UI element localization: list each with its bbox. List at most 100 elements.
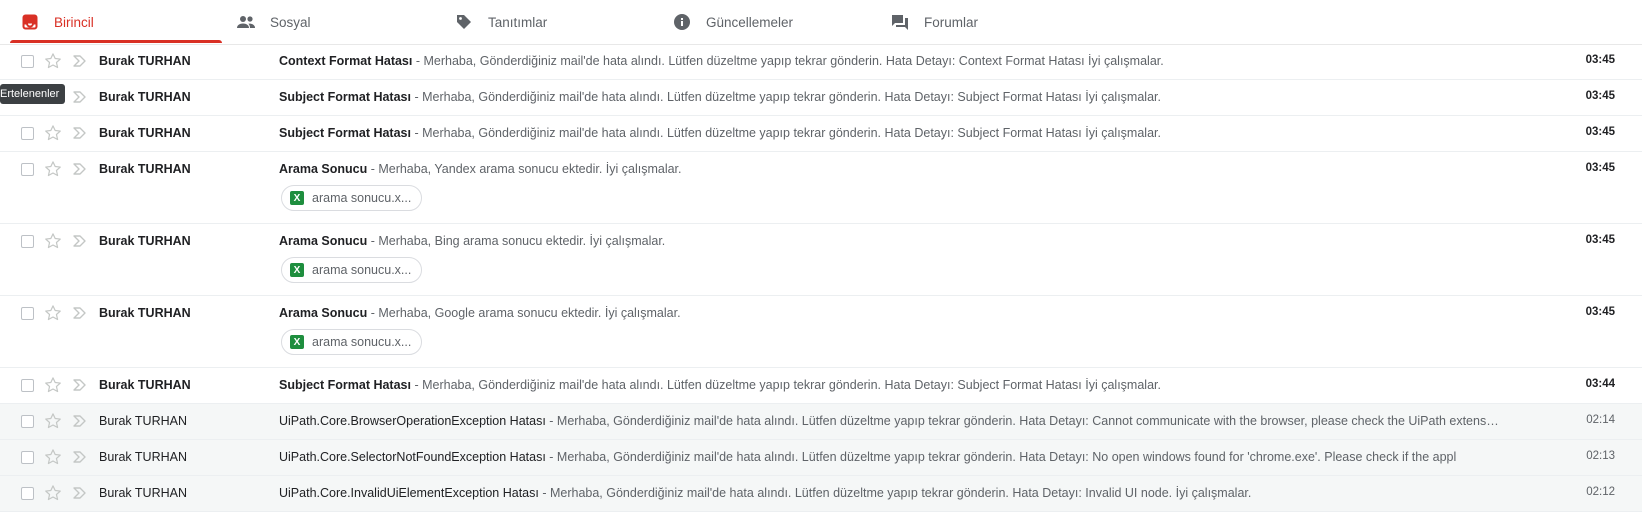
email-snippet: - Merhaba, Gönderdiğiniz mail'de hata al… <box>410 90 1161 104</box>
email-row[interactable]: Burak TURHAN UiPath.Core.InvalidUiElement… <box>0 476 1642 512</box>
select-checkbox[interactable] <box>21 451 34 464</box>
email-time: 03:45 <box>1585 54 1615 66</box>
email-snippet: - Merhaba, Gönderdiğiniz mail'de hata al… <box>545 414 1499 428</box>
email-time: 03:44 <box>1585 378 1615 390</box>
star-icon[interactable] <box>44 376 62 394</box>
email-snippet: - Merhaba, Bing arama sonucu ektedir. İy… <box>367 234 666 248</box>
category-tabs: Birincil Sosyal Tanıtımlar Güncellemeler… <box>0 0 1642 45</box>
select-checkbox[interactable] <box>21 307 34 320</box>
email-sender: Burak TURHAN <box>99 486 187 500</box>
star-icon[interactable] <box>44 304 62 322</box>
email-subject: Arama Sonucu <box>279 162 368 176</box>
select-checkbox[interactable] <box>21 163 34 176</box>
tag-icon <box>454 12 474 32</box>
email-row[interactable]: Burak TURHAN Context Format Hatası - Merh… <box>0 44 1642 80</box>
attachment-name: arama sonucu.x... <box>312 335 412 349</box>
inbox-icon <box>20 12 40 32</box>
email-sender: Burak TURHAN <box>99 450 187 464</box>
snooze-tooltip: Ertelenenler <box>0 84 66 104</box>
attachment-name: arama sonucu.x... <box>312 263 412 277</box>
tab-social[interactable]: Sosyal <box>236 0 311 44</box>
email-preview: UiPath.Core.SelectorNotFoundException Ha… <box>279 450 1529 464</box>
email-subject: Subject Format Hatası <box>279 378 411 392</box>
email-preview: Context Format Hatası - Merhaba, Gönderd… <box>279 54 1529 68</box>
select-checkbox[interactable] <box>21 235 34 248</box>
star-icon[interactable] <box>44 484 62 502</box>
email-snippet: - Merhaba, Gönderdiğiniz mail'de hata al… <box>410 126 1161 140</box>
important-marker-icon[interactable] <box>72 125 88 141</box>
email-row[interactable]: Burak TURHAN Arama Sonucu - Merhaba, Goog… <box>0 296 1642 368</box>
email-preview: Arama Sonucu - Merhaba, Yandex arama son… <box>279 162 1529 176</box>
important-marker-icon[interactable] <box>72 89 88 105</box>
star-icon[interactable] <box>44 412 62 430</box>
tab-label: Forumlar <box>924 14 979 30</box>
email-snippet: - Merhaba, Google arama sonucu ektedir. … <box>367 306 681 320</box>
tab-label: Tanıtımlar <box>488 14 548 30</box>
important-marker-icon[interactable] <box>72 449 88 465</box>
email-time: 03:45 <box>1585 162 1615 174</box>
important-marker-icon[interactable] <box>72 233 88 249</box>
email-row[interactable]: Burak TURHAN Arama Sonucu - Merhaba, Yand… <box>0 152 1642 224</box>
attachment-chip[interactable]: Xarama sonucu.x... <box>281 257 423 283</box>
select-checkbox[interactable] <box>21 127 34 140</box>
email-sender: Burak TURHAN <box>99 306 191 320</box>
email-preview: Subject Format Hatası - Merhaba, Gönderd… <box>279 90 1529 104</box>
email-sender: Burak TURHAN <box>99 414 187 428</box>
tab-updates[interactable]: Güncellemeler <box>672 0 793 44</box>
email-sender: Burak TURHAN <box>99 234 191 248</box>
select-checkbox[interactable] <box>21 379 34 392</box>
forum-icon <box>890 12 910 32</box>
star-icon[interactable] <box>44 160 62 178</box>
email-preview: Arama Sonucu - Merhaba, Bing arama sonuc… <box>279 234 1529 248</box>
email-row[interactable]: Burak TURHAN UiPath.Core.BrowserOperation… <box>0 404 1642 440</box>
star-icon[interactable] <box>44 448 62 466</box>
email-subject: Context Format Hatası <box>279 54 413 68</box>
email-sender: Burak TURHAN <box>99 378 191 392</box>
email-row[interactable]: Burak TURHAN Subject Format Hatası - Merh… <box>0 368 1642 404</box>
attachment-name: arama sonucu.x... <box>312 191 412 205</box>
email-row[interactable]: Burak TURHAN Subject Format Hatası - Merh… <box>0 80 1642 116</box>
select-checkbox[interactable] <box>21 487 34 500</box>
email-time: 03:45 <box>1585 234 1615 246</box>
email-preview: UiPath.Core.BrowserOperationException Ha… <box>279 414 1529 428</box>
people-icon <box>236 12 256 32</box>
excel-file-icon: X <box>290 191 304 205</box>
important-marker-icon[interactable] <box>72 305 88 321</box>
email-preview: Arama Sonucu - Merhaba, Google arama son… <box>279 306 1529 320</box>
important-marker-icon[interactable] <box>72 377 88 393</box>
attachment-chip[interactable]: Xarama sonucu.x... <box>281 185 423 211</box>
email-sender: Burak TURHAN <box>99 54 191 68</box>
tab-forums[interactable]: Forumlar <box>890 0 978 44</box>
important-marker-icon[interactable] <box>72 161 88 177</box>
star-icon[interactable] <box>44 232 62 250</box>
email-row[interactable]: Burak TURHAN Arama Sonucu - Merhaba, Bing… <box>0 224 1642 296</box>
email-row[interactable]: Burak TURHAN UiPath.Core.SelectorNotFound… <box>0 440 1642 476</box>
email-time: 02:12 <box>1586 486 1615 498</box>
email-time: 03:45 <box>1585 126 1615 138</box>
email-subject: Arama Sonucu <box>279 306 368 320</box>
email-list: Burak TURHAN Context Format Hatası - Merh… <box>0 44 1642 512</box>
important-marker-icon[interactable] <box>72 53 88 69</box>
tab-promotions[interactable]: Tanıtımlar <box>454 0 547 44</box>
email-subject: UiPath.Core.BrowserOperationException Ha… <box>279 414 546 428</box>
email-time: 02:14 <box>1586 414 1615 426</box>
important-marker-icon[interactable] <box>72 413 88 429</box>
email-preview: UiPath.Core.InvalidUiElementException Ha… <box>279 486 1529 500</box>
star-icon[interactable] <box>44 52 62 70</box>
select-checkbox[interactable] <box>21 415 34 428</box>
select-checkbox[interactable] <box>21 55 34 68</box>
attachment-chip[interactable]: Xarama sonucu.x... <box>281 329 423 355</box>
star-icon[interactable] <box>44 124 62 142</box>
tab-label: Birincil <box>54 14 94 30</box>
tab-label: Sosyal <box>270 14 311 30</box>
email-row[interactable]: Burak TURHAN Subject Format Hatası - Merh… <box>0 116 1642 152</box>
email-subject: Arama Sonucu <box>279 234 368 248</box>
email-sender: Burak TURHAN <box>99 162 191 176</box>
email-sender: Burak TURHAN <box>99 126 191 140</box>
excel-file-icon: X <box>290 335 304 349</box>
tab-primary[interactable]: Birincil <box>20 0 94 44</box>
important-marker-icon[interactable] <box>72 485 88 501</box>
email-subject: Subject Format Hatası <box>279 126 411 140</box>
excel-file-icon: X <box>290 263 304 277</box>
email-time: 03:45 <box>1585 90 1615 102</box>
